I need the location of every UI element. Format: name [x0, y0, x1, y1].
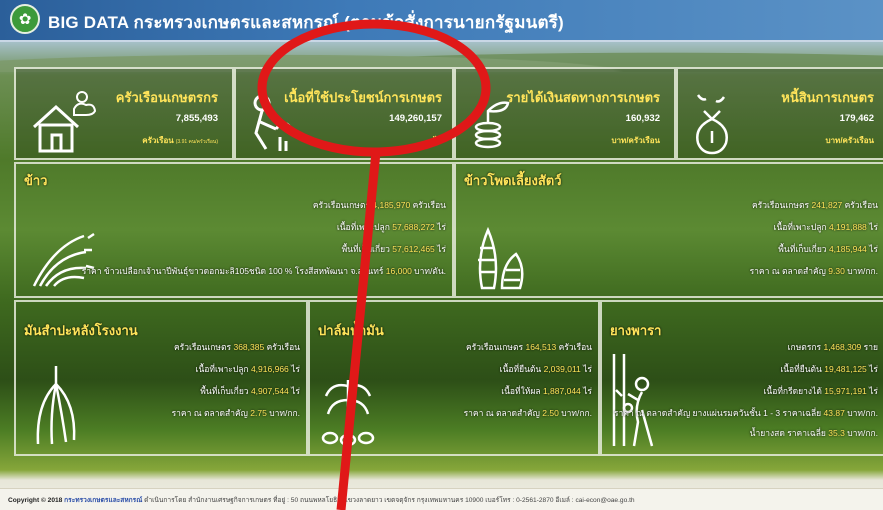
card-cash-income[interactable]: รายได้เงินสดทางการเกษตร 160,932 บาท/ครัว…	[454, 67, 676, 160]
oil-palm-icon	[321, 380, 375, 447]
panel-title: ปาล์มน้ำมัน	[318, 323, 384, 338]
cassava-planted-area: เนื้อที่เพาะปลูก 4,916,966 ไร่	[195, 364, 300, 374]
palm-households: ครัวเรือนเกษตร 164,513 ครัวเรือน	[465, 342, 592, 352]
card-title: ครัวเรือนเกษตรกร	[115, 90, 218, 105]
rice-harvested-area: พื้นที่เก็บเกี่ยว 57,612,465 ไร่	[341, 244, 446, 254]
header-bar: ✿ BIG DATA กระทรวงเกษตรและสหกรณ์ (ตามข้อ…	[0, 0, 883, 42]
panel-cassava[interactable]: มันสำปะหลังโรงงาน ครัวเรือนเกษตร 368,385…	[14, 300, 308, 456]
card-title: เนื้อที่ใช้ประโยชน์การเกษตร	[284, 90, 442, 105]
card-unit: ไร่	[433, 136, 442, 145]
palm-price: ราคา ณ ตลาดสำคัญ 2.50 บาท/กก.	[463, 408, 592, 418]
cassava-harvested-area: พื้นที่เก็บเกี่ยว 4,907,544 ไร่	[200, 386, 300, 396]
ministry-link[interactable]: กระทรวงเกษตรและสหกรณ์	[64, 497, 142, 504]
house-weather-icon	[32, 91, 97, 153]
card-value: 160,932	[625, 113, 660, 124]
footer: Copyright © 2018 กระทรวงเกษตรและสหกรณ์ ด…	[0, 488, 883, 510]
card-value: 7,855,493	[175, 113, 218, 124]
farmer-planting-icon	[253, 94, 292, 151]
panel-rice[interactable]: ข้าว ครัวเรือนเกษตร 4,185,970 ครัวเรือน …	[14, 162, 454, 298]
coin-plant-icon	[474, 101, 510, 149]
card-agri-debt[interactable]: หนี้สินการเกษตร 179,462 บาท/ครัวเรือน	[676, 67, 883, 160]
footer-text: Copyright © 2018 กระทรวงเกษตรและสหกรณ์ ด…	[8, 494, 635, 505]
palm-bearing-area: เนื้อที่ให้ผล 1,887,044 ไร่	[501, 386, 592, 396]
rice-stalk-icon	[32, 232, 95, 287]
panel-oil-palm[interactable]: ปาล์มน้ำมัน ครัวเรือนเกษตร 164,513 ครัวเ…	[308, 300, 600, 456]
palm-standing-area: เนื้อที่ยืนต้น 2,039,011 ไร่	[499, 364, 592, 374]
rice-households: ครัวเรือนเกษตร 4,185,970 ครัวเรือน	[312, 200, 446, 210]
rice-planted-area: เนื้อที่เพาะปลูก 57,688,272 ไร่	[336, 222, 446, 232]
panel-corn[interactable]: ข้าวโพดเลี้ยงสัตว์ ครัวเรือนเกษตร 241,82…	[454, 162, 883, 298]
rubber-tappable-area: เนื้อที่กรีดยางได้ 15,971,191 ไร่	[763, 386, 879, 396]
rubber-farmers: เกษตรกร 1,468,309 ราย	[787, 342, 878, 352]
panel-title: ข้าว	[24, 173, 48, 188]
cassava-households: ครัวเรือนเกษตร 368,385 ครัวเรือน	[173, 342, 300, 352]
rubber-smoked-sheet-price: ราคา ณ ตลาดสำคัญ ยางแผ่นรมควันชั้น 1 - 3…	[613, 408, 878, 418]
copyright: Copyright © 2018	[8, 497, 63, 504]
panel-title: ข้าวโพดเลี้ยงสัตว์	[464, 173, 562, 188]
corn-cob-icon	[478, 226, 524, 290]
corn-price: ราคา ณ ตลาดสำคัญ 9.30 บาท/กก.	[749, 266, 878, 276]
cassava-price: ราคา ณ ตลาดสำคัญ 2.75 บาท/กก.	[171, 408, 300, 418]
card-unit: บาท/ครัวเรือน	[825, 136, 874, 145]
rubber-tapper-icon	[612, 354, 654, 447]
panel-title: ยางพารา	[610, 323, 662, 338]
unit-text: ครัวเรือน	[142, 136, 174, 145]
card-unit: บาท/ครัวเรือน	[611, 136, 660, 145]
card-value: 179,462	[839, 113, 874, 124]
footer-address: ดำเนินการโดย สำนักงานเศรษฐกิจการเกษตร ที…	[144, 497, 635, 504]
rubber-latex-price: น้ำยางสด ราคาเฉลี่ย 35.3 บาท/กก.	[749, 428, 878, 438]
page-background: ✿ BIG DATA กระทรวงเกษตรและสหกรณ์ (ตามข้อ…	[0, 0, 883, 510]
corn-harvested-area: พื้นที่เก็บเกี่ยว 4,185,944 ไร่	[778, 244, 878, 254]
card-agri-land[interactable]: เนื้อที่ใช้ประโยชน์การเกษตร 149,260,157 …	[234, 67, 454, 160]
money-bag-icon	[696, 94, 728, 155]
card-unit: ครัวเรือน (3.91 คน/ครัวเรือน)	[142, 134, 218, 147]
unit-sub: (3.91 คน/ครัวเรือน)	[175, 139, 218, 145]
panel-rubber[interactable]: ยางพารา เกษตรกร 1,468,309 ราย เนื้อที่ยื…	[600, 300, 883, 456]
cassava-root-icon	[36, 366, 76, 445]
card-title: หนี้สินการเกษตร	[781, 90, 874, 105]
card-title: รายได้เงินสดทางการเกษตร	[506, 90, 660, 105]
rubber-standing-area: เนื้อที่ยืนต้น 19,481,125 ไร่	[780, 364, 878, 374]
card-value: 149,260,157	[389, 113, 442, 124]
rice-price: ราคา ข้าวเปลือกเจ้านาปีพันธุ์ขาวดอกมะลิ1…	[81, 266, 446, 276]
card-farm-households[interactable]: ครัวเรือนเกษตรกร 7,855,493 ครัวเรือน (3.9…	[14, 67, 234, 160]
ministry-logo-icon[interactable]: ✿	[10, 4, 40, 34]
corn-households: ครัวเรือนเกษตร 241,827 ครัวเรือน	[751, 200, 878, 210]
panel-title: มันสำปะหลังโรงงาน	[24, 323, 138, 338]
corn-planted-area: เนื้อที่เพาะปลูก 4,191,888 ไร่	[773, 222, 878, 232]
page-title: BIG DATA กระทรวงเกษตรและสหกรณ์ (ตามข้อสั…	[48, 13, 564, 32]
